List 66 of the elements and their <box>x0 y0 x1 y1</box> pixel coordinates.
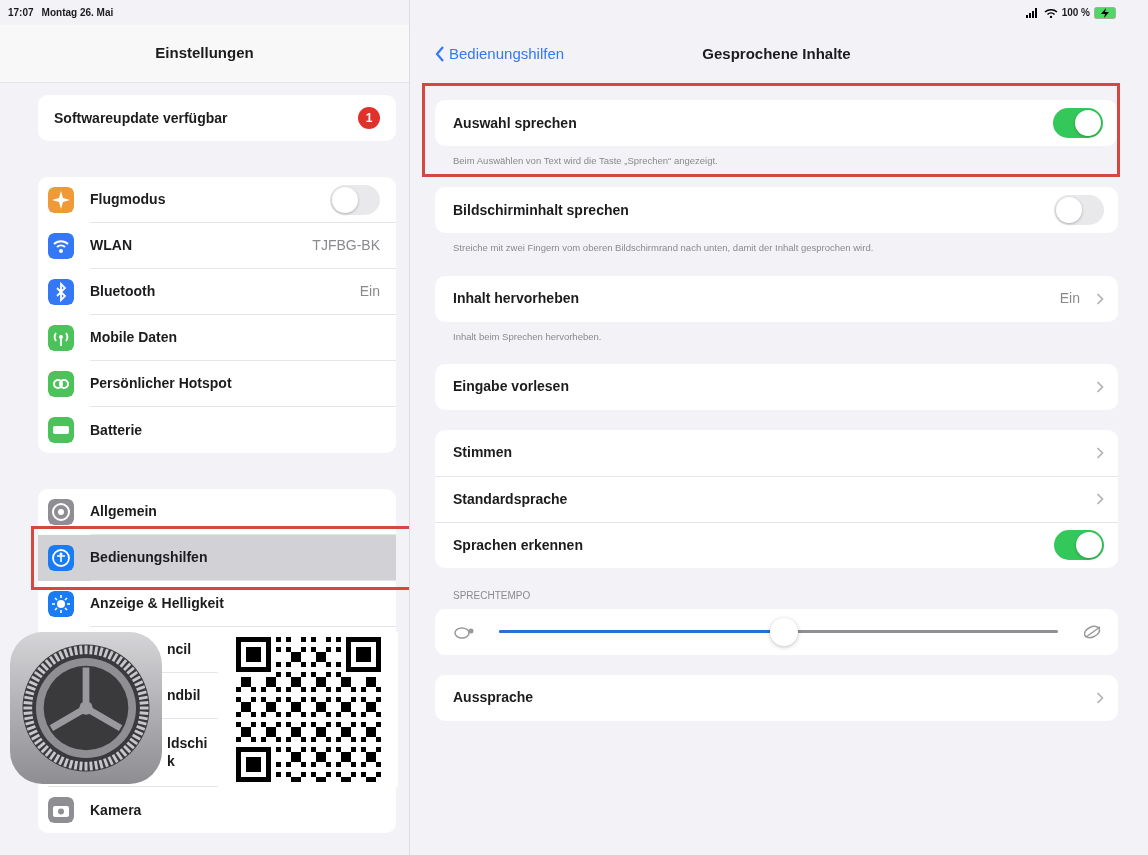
settings-app-icon <box>10 632 162 784</box>
settings-row[interactable]: Kamera <box>38 787 396 833</box>
settings-row[interactable]: Anzeige & Helligkeit <box>38 581 396 627</box>
chevron-right-icon <box>1096 446 1104 459</box>
row-label: Mobile Daten <box>90 328 179 347</box>
row-label: Batterie <box>90 420 144 440</box>
notification-badge: 1 <box>358 107 380 129</box>
row-label: Bedienungshilfen <box>90 548 209 567</box>
settings-row[interactable]: Flugmodus <box>38 177 396 223</box>
wifi-icon <box>1043 7 1058 18</box>
chevron-right-icon <box>1096 292 1104 305</box>
settings-row[interactable]: Bluetooth Ein <box>38 269 396 315</box>
section-header: SPRECHTEMPO <box>452 588 532 603</box>
row-label: Stimmen <box>453 443 514 463</box>
row-label: Bluetooth <box>90 282 157 301</box>
chevron-right-icon <box>1096 493 1104 506</box>
toggle-switch[interactable] <box>1054 195 1104 226</box>
settings-row[interactable]: Eingabe vorlesen <box>435 363 1118 410</box>
speed-slider[interactable] <box>499 617 1058 646</box>
row-label: Sprachen erkennen <box>453 535 584 555</box>
row-label: Eingabe vorlesen <box>453 377 570 397</box>
row-value: Ein <box>1059 289 1080 308</box>
row-label: Inhalt hervorheben <box>453 289 581 308</box>
row-label: Bildschirminhalt sprechen <box>453 200 630 220</box>
page-title: Gesprochene Inhalte <box>702 44 851 62</box>
toggle-switch[interactable] <box>330 184 380 215</box>
toggle-switch[interactable] <box>1053 108 1103 138</box>
row-label: Persönlicher Hotspot <box>90 374 233 393</box>
toggle-switch[interactable] <box>1054 530 1104 561</box>
row-label: ldschi <box>167 735 208 753</box>
sidebar-title: Einstellungen <box>155 43 254 64</box>
status-time: 17:07 <box>8 6 34 20</box>
row-label: Kamera <box>90 800 143 820</box>
settings-row[interactable]: Persönlicher Hotspot <box>38 361 396 407</box>
row-label: Anzeige & Helligkeit <box>90 594 225 613</box>
battery-percent: 100 % <box>1061 6 1090 20</box>
settings-row[interactable]: Standardsprache <box>435 475 1118 522</box>
chevron-right-icon <box>1096 380 1104 393</box>
row-label: Auswahl sprechen <box>453 113 578 133</box>
row-label: k <box>167 752 176 770</box>
back-link[interactable]: Bedienungshilfen <box>435 42 565 66</box>
settings-row[interactable]: Inhalt hervorheben Ein <box>435 275 1118 322</box>
settings-row[interactable]: Bedienungshilfen <box>38 535 396 581</box>
footer-note: Inhalt beim Sprechen hervorheben. <box>452 329 603 344</box>
settings-row[interactable]: Aussprache <box>435 674 1118 721</box>
status-date: Montag 26. Mai <box>41 6 114 20</box>
row-label: Flugmodus <box>90 190 167 209</box>
chevron-right-icon <box>1096 691 1104 704</box>
row-label: Standardsprache <box>453 489 569 509</box>
chevron-left-icon <box>435 46 445 62</box>
row-label: Aussprache <box>453 688 535 708</box>
footer-note: Beim Auswählen von Text wird die Taste „Sprechen“ angezeigt. <box>452 154 719 168</box>
row-label: Softwareupdate verfügbar <box>54 108 229 128</box>
footer-note: Streiche mit zwei Fingern vom oberen Bildschirmrand nach unten, damit der Inhalt gesprochen wird. <box>452 241 875 256</box>
row-label: Allgemein <box>90 502 158 521</box>
row-label: WLAN <box>90 236 133 255</box>
settings-row[interactable]: WLAN TJFBG-BK <box>38 223 396 269</box>
settings-row[interactable]: Batterie <box>38 407 396 453</box>
row-value: TJFBG-BK <box>312 236 380 255</box>
settings-row[interactable]: Softwareupdate verfügbar 1 <box>38 95 396 141</box>
row-label: ncil <box>167 640 192 659</box>
settings-row[interactable]: Stimmen <box>435 429 1118 476</box>
row-value: Ein <box>359 282 380 301</box>
row-label: ndbil <box>167 686 201 705</box>
settings-row[interactable]: Mobile Daten <box>38 315 396 361</box>
signal-icon <box>1025 7 1040 18</box>
